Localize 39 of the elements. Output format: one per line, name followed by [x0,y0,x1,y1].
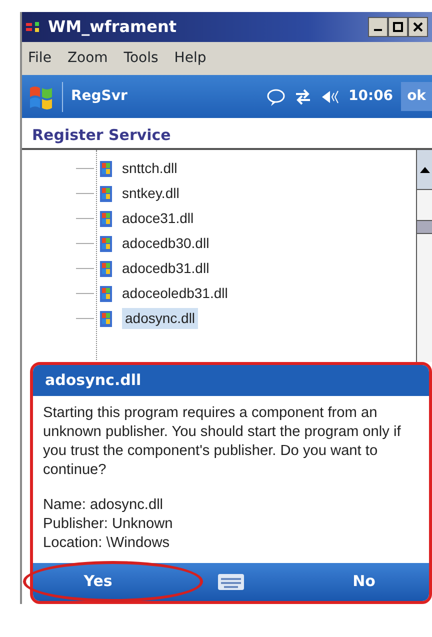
dialog-message: Starting this program requires a component from an unknown publisher. You should start the program only if you trust the component's publisher. Do you want to continue? [43,404,402,480]
detail-line: Publisher: Unknown [43,514,174,534]
file-icon [98,184,114,202]
menu-item[interactable]: Zoom [67,48,108,69]
app-title: RegSvr [71,87,128,106]
softkey-button[interactable]: Yes [33,569,163,594]
tree-item[interactable]: adoce31.dll [122,208,194,229]
tree-item[interactable]: adocedb31.dll [122,258,210,279]
speech-bubble-icon[interactable] [266,86,286,106]
tree-item[interactable]: adoceoledb31.dll [122,283,228,304]
menu-item[interactable]: File [28,48,52,69]
tree-item[interactable]: adosync.dll [122,308,198,329]
dialog-title: adosync.dll [33,365,429,396]
file-icon [98,260,114,278]
windows-flag-icon[interactable] [28,84,54,110]
menu-item[interactable]: Tools [124,48,158,69]
page-heading: Register Service [22,118,432,150]
file-icon [98,160,114,178]
connection-arrows-icon[interactable] [294,88,312,106]
scroll-up-icon[interactable] [420,166,430,172]
minimize-icon[interactable] [368,17,388,37]
clock-time: 10:06 [348,87,394,106]
window-title: WM_wframent [48,16,177,38]
menu-item[interactable]: Help [174,48,206,69]
softkey-button[interactable]: No [299,569,429,594]
detail-line: Location: \Windows [43,534,171,552]
detail-line: Name: adosync.dll [43,496,164,514]
file-icon [98,310,114,328]
file-icon [98,210,114,228]
tree-item[interactable]: sntkey.dll [122,183,180,204]
file-icon [98,284,114,302]
scroll-thumb[interactable] [417,220,432,234]
tree-item[interactable]: snttch.dll [122,158,178,179]
scroll-bar[interactable] [416,150,432,362]
close-icon[interactable] [408,17,428,37]
tree-item[interactable]: adocedb30.dll [122,233,210,254]
maximize-icon[interactable] [388,17,408,37]
keyboard-icon[interactable] [217,572,245,590]
file-icon [98,234,114,252]
